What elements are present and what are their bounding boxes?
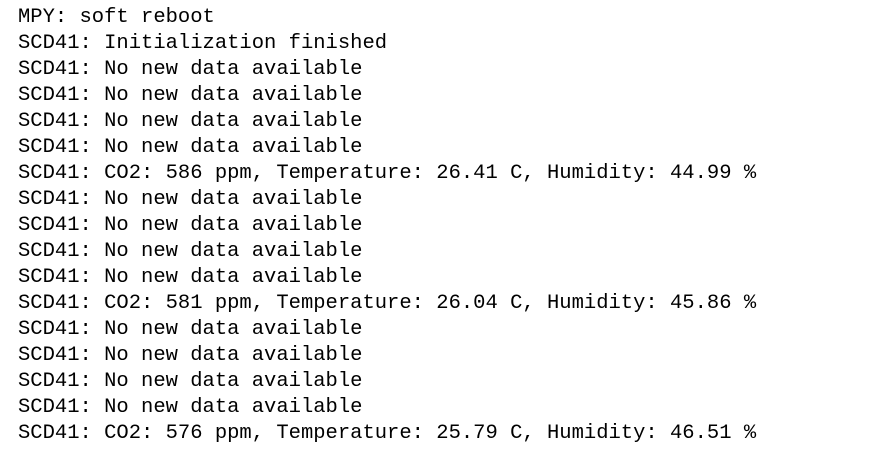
terminal-line: SCD41: CO2: 586 ppm, Temperature: 26.41 …: [18, 162, 757, 185]
terminal-line: SCD41: No new data available: [18, 344, 363, 367]
terminal-line: SCD41: No new data available: [18, 240, 363, 263]
terminal-line: SCD41: No new data available: [18, 110, 363, 133]
terminal-line: SCD41: No new data available: [18, 84, 363, 107]
terminal-line: SCD41: No new data available: [18, 214, 363, 237]
terminal-line: SCD41: No new data available: [18, 266, 363, 289]
terminal-output: MPY: soft reboot SCD41: Initialization f…: [18, 5, 756, 447]
terminal-line: MPY: soft reboot: [18, 6, 215, 29]
terminal-window[interactable]: MPY: soft reboot SCD41: Initialization f…: [0, 0, 892, 462]
terminal-line: SCD41: No new data available: [18, 58, 363, 81]
terminal-line: SCD41: No new data available: [18, 396, 363, 419]
terminal-line: SCD41: No new data available: [18, 136, 363, 159]
terminal-line: SCD41: Initialization finished: [18, 32, 388, 55]
terminal-line: SCD41: CO2: 581 ppm, Temperature: 26.04 …: [18, 292, 757, 315]
terminal-line: SCD41: CO2: 576 ppm, Temperature: 25.79 …: [18, 422, 757, 445]
terminal-line: SCD41: No new data available: [18, 370, 363, 393]
terminal-line: SCD41: No new data available: [18, 188, 363, 211]
terminal-line: SCD41: No new data available: [18, 318, 363, 341]
